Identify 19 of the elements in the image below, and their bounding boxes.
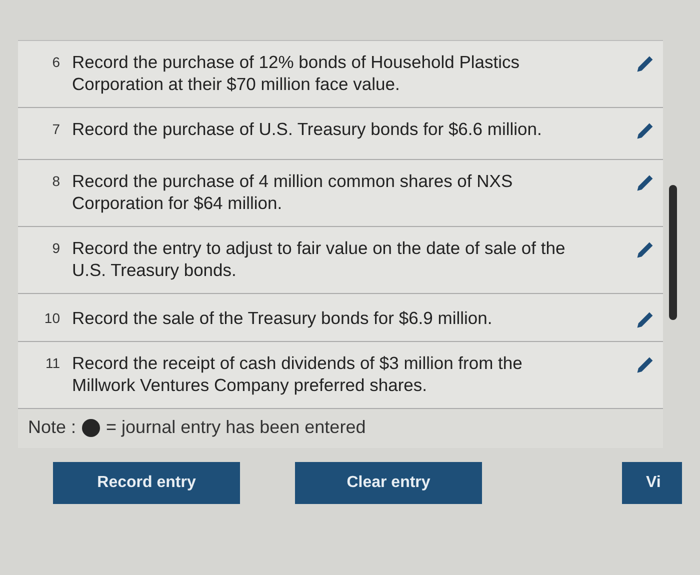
- record-entry-button[interactable]: Record entry: [53, 462, 240, 504]
- entry-description: Record the receipt of cash dividends of $3 million from the Millwork Ventures Company preferred shares.: [72, 352, 524, 396]
- entered-dot-icon: [82, 418, 100, 436]
- entry-number: 9: [51, 239, 60, 256]
- view-button[interactable]: Vi: [622, 462, 682, 504]
- entry-number: 6: [51, 53, 60, 70]
- scrollbar-thumb[interactable]: [669, 185, 677, 320]
- clear-entry-button[interactable]: Clear entry: [295, 462, 482, 504]
- note-label: Note :: [28, 417, 76, 438]
- entry-number: 10: [43, 309, 60, 326]
- entry-description: Record the sale of the Treasury bonds for $6.9 million.: [72, 307, 494, 329]
- entry-number: 7: [51, 120, 60, 137]
- entry-number: 8: [51, 172, 60, 189]
- entry-description: Record the purchase of 12% bonds of Household Plastics Corporation at their $70 million face value.: [72, 51, 520, 95]
- entry-number: 11: [44, 354, 60, 371]
- entry-description: Record the purchase of U.S. Treasury bonds for $6.6 million.: [72, 118, 543, 140]
- note-text: = journal entry has been entered: [106, 417, 366, 438]
- entry-description: Record the purchase of 4 million common shares of NXS Corporation for $64 million.: [72, 170, 514, 214]
- entry-description: Record the entry to adjust to fair value on the date of sale of the U.S. Treasury bonds.: [72, 237, 566, 281]
